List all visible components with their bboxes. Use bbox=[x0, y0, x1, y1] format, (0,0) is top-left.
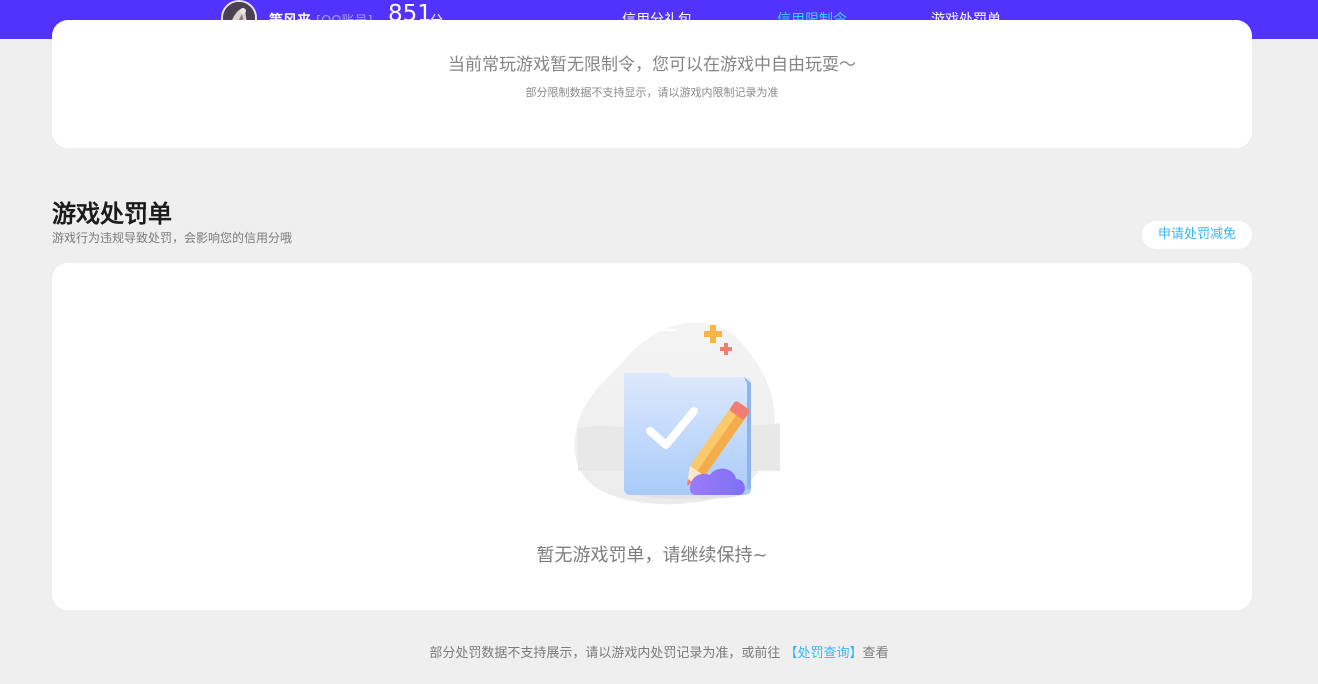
apply-punishment-reduction-button[interactable]: 申请处罚减免 bbox=[1142, 221, 1252, 249]
footer-note-text: 部分处罚数据不支持展示，请以游戏内处罚记录为准，或前往 bbox=[429, 646, 785, 661]
empty-document-check-pencil-icon bbox=[574, 322, 780, 505]
restriction-message: 当前常玩游戏暂无限制令，您可以在游戏中自由玩耍～ bbox=[448, 55, 856, 75]
punishment-query-link[interactable]: 【处罚查询】 bbox=[785, 646, 863, 661]
footer-note: 部分处罚数据不支持展示，请以游戏内处罚记录为准，或前往 【处罚查询】查看 bbox=[0, 642, 1318, 661]
section-subtitle: 游戏行为违规导致处罚，会影响您的信用分哦 bbox=[52, 231, 293, 245]
restriction-note: 部分限制数据不支持显示，请以游戏内限制记录为准 bbox=[525, 86, 779, 99]
punishment-card: 暂无游戏罚单，请继续保持~ bbox=[52, 263, 1252, 610]
footer-note-suffix: 查看 bbox=[862, 646, 889, 661]
restriction-card: 当前常玩游戏暂无限制令，您可以在游戏中自由玩耍～ 部分限制数据不支持显示，请以游… bbox=[52, 20, 1252, 148]
section-title: 游戏处罚单 bbox=[52, 200, 172, 228]
empty-state-text: 暂无游戏罚单，请继续保持~ bbox=[536, 545, 768, 566]
